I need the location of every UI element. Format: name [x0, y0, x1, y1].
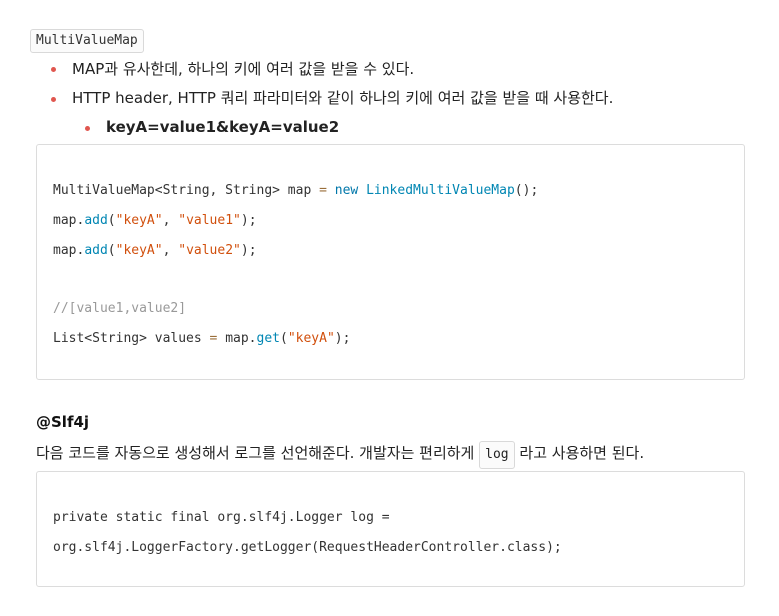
code-text: ); — [334, 331, 351, 346]
bullet-dot — [51, 97, 56, 102]
code-comment: //[value1,value2] — [53, 301, 187, 316]
bullet-item: MAP과 유사한데, 하나의 키에 여러 값을 받을 수 있다. — [72, 60, 415, 78]
code-line: private static final org.slf4j.Logger lo… — [53, 510, 390, 525]
code-text: ); — [240, 243, 257, 258]
inline-code-log: log — [479, 441, 515, 469]
code-function: add — [84, 243, 108, 258]
code-text: map. — [217, 331, 257, 346]
code-string: "keyA" — [287, 331, 335, 346]
inline-code-multivaluemap: MultiValueMap — [30, 29, 144, 53]
code-text: ( — [280, 331, 288, 346]
code-string: "keyA" — [115, 213, 163, 228]
code-string: "value1" — [178, 213, 241, 228]
code-block-multivaluemap: MultiValueMap<String, String> map = new … — [36, 144, 745, 380]
code-line: List<String> values = map.get("keyA"); — [53, 329, 350, 349]
code-text: MultiValueMap<String, String> map — [53, 183, 320, 198]
bullet-item: HTTP header, HTTP 쿼리 파라미터와 같이 하나의 키에 여러 … — [72, 89, 614, 107]
code-string: "value2" — [178, 243, 241, 258]
code-text: , — [162, 243, 179, 258]
section-heading: @Slf4j — [36, 413, 90, 431]
code-operator: = — [319, 183, 327, 198]
code-line: map.add("keyA", "value1"); — [53, 211, 257, 231]
code-line: org.slf4j.LoggerFactory.getLogger(Reques… — [53, 540, 562, 555]
code-text: List<String> values — [53, 331, 210, 346]
code-text: ( — [107, 243, 116, 258]
paragraph-text: 라고 사용하면 된다. — [519, 444, 645, 462]
code-function: add — [84, 213, 108, 228]
code-function: get — [256, 331, 280, 346]
sub-bullet-item: keyA=value1&keyA=value2 — [106, 118, 340, 136]
code-text: (); — [514, 183, 539, 198]
code-string: "keyA" — [115, 243, 163, 258]
code-text: , — [162, 213, 179, 228]
code-function: LinkedMultiValueMap — [366, 183, 515, 198]
code-text: map. — [53, 243, 85, 258]
paragraph: 다음 코드를 자동으로 생성해서 로그를 선언해준다. 개발자는 편리하게 lo… — [36, 441, 644, 469]
code-line: MultiValueMap<String, String> map = new … — [53, 181, 538, 201]
sub-bullet-dot — [85, 126, 90, 131]
paragraph-text: 다음 코드를 자동으로 생성해서 로그를 선언해준다. 개발자는 편리하게 — [36, 444, 475, 462]
code-text: map. — [53, 213, 85, 228]
code-line: map.add("keyA", "value2"); — [53, 241, 257, 261]
code-text: ( — [107, 213, 116, 228]
code-block-logger: private static final org.slf4j.Logger lo… — [36, 471, 745, 587]
code-text: ); — [240, 213, 257, 228]
bullet-dot — [51, 67, 56, 72]
code-keyword: new — [334, 183, 359, 198]
